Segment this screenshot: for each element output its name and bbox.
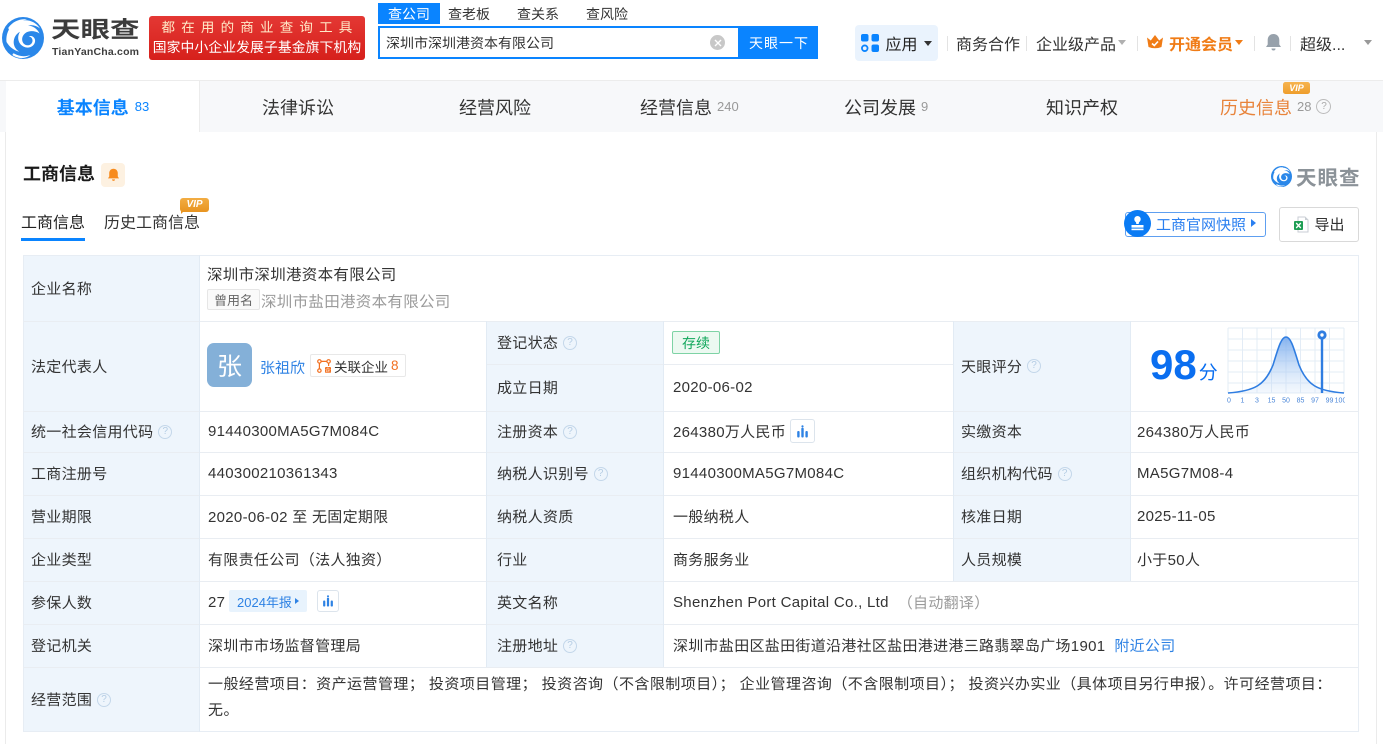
svg-text:0: 0 (1227, 398, 1231, 404)
svg-text:85: 85 (1297, 398, 1305, 404)
svg-text:99: 99 (1326, 398, 1334, 404)
svg-text:50: 50 (1282, 398, 1290, 404)
svg-text:97: 97 (1311, 398, 1319, 404)
svg-text:15: 15 (1268, 398, 1276, 404)
svg-text:100: 100 (1335, 398, 1345, 404)
svg-text:1: 1 (1241, 398, 1245, 404)
svg-text:3: 3 (1255, 398, 1259, 404)
svg-text:企: 企 (325, 366, 331, 372)
